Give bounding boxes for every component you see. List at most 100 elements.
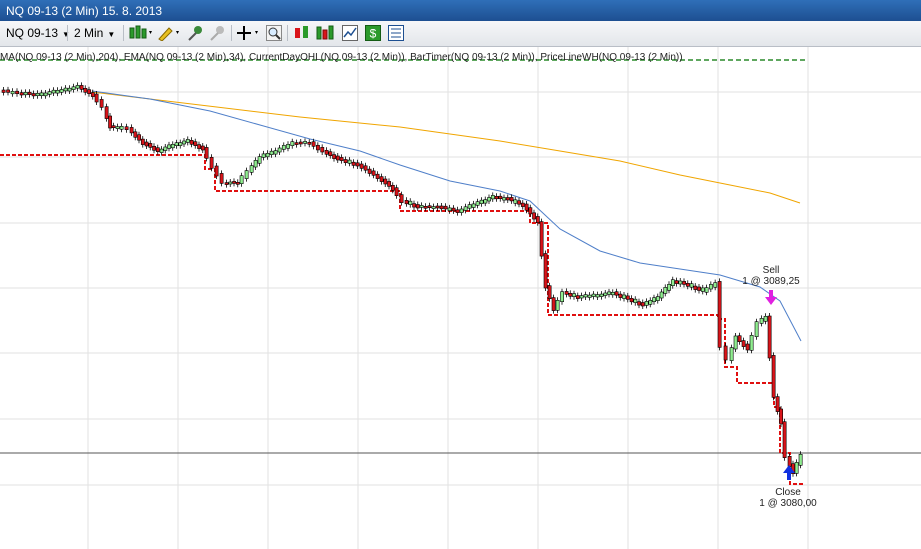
candle-up — [277, 147, 282, 153]
toolbar-separator — [231, 25, 232, 41]
candle-down — [155, 147, 160, 152]
zoom-button[interactable] — [265, 24, 283, 42]
candle-down — [307, 142, 312, 145]
candle-down — [124, 126, 129, 130]
pin-icon — [188, 26, 202, 41]
candle-up — [648, 300, 653, 305]
candle-down — [328, 151, 333, 156]
candle-down — [204, 147, 209, 159]
instrument-dropdown[interactable]: NQ 09-13 ▼ — [2, 24, 74, 42]
zoom-icon — [266, 25, 282, 41]
candle-up — [185, 139, 190, 143]
candle-up — [286, 144, 291, 149]
interval-dropdown[interactable]: 2 Min ▼ — [70, 24, 119, 42]
candle-up — [607, 291, 612, 295]
candle-down — [324, 150, 329, 155]
candle-down — [320, 147, 325, 153]
candle-up — [51, 89, 56, 94]
candle-down — [367, 168, 372, 174]
candle-up — [579, 295, 584, 299]
candle-up — [39, 92, 44, 97]
candle-down — [737, 335, 742, 343]
window-title: NQ 09-13 (2 Min) 15. 8. 2013 — [6, 4, 163, 18]
candlestick-style-button[interactable] — [128, 24, 154, 42]
svg-text:$: $ — [370, 27, 377, 41]
properties-button[interactable] — [387, 24, 405, 42]
candle-up — [261, 153, 266, 158]
candle-down — [387, 181, 392, 187]
candle-up — [253, 160, 258, 168]
candle-down — [383, 178, 388, 185]
close-annotation: Close 1 @ 3080,00 — [752, 487, 824, 509]
candle-down — [232, 181, 237, 184]
candle-up — [467, 204, 472, 209]
chart-trader-button[interactable] — [341, 24, 359, 42]
candle-down — [782, 421, 787, 459]
candle-down — [399, 194, 404, 203]
candle-up — [67, 87, 72, 92]
close-detail: 1 @ 3080,00 — [759, 498, 817, 509]
candle-up — [759, 318, 764, 324]
candle-up — [63, 87, 68, 92]
candle-down — [214, 165, 219, 177]
dollar-button[interactable]: $ — [364, 24, 382, 42]
candle-up — [595, 294, 600, 298]
candle-down — [443, 205, 448, 210]
candle-up — [178, 142, 183, 146]
candle-down — [614, 291, 619, 296]
candle-down — [79, 85, 84, 90]
candle-up — [174, 142, 179, 146]
sell-detail: 1 @ 3089,25 — [742, 276, 800, 287]
candle-up — [622, 294, 627, 299]
candle-up — [652, 297, 657, 302]
candle-up — [447, 207, 452, 211]
candle-up — [273, 150, 278, 155]
pin-gray-button[interactable] — [208, 24, 226, 42]
toolbar-separator — [123, 25, 124, 41]
candles-group — [1, 82, 803, 477]
candle-down — [200, 145, 205, 151]
candle-down — [685, 283, 690, 287]
bars-button[interactable] — [316, 24, 336, 42]
candle-up — [167, 144, 172, 149]
candle-down — [104, 106, 109, 119]
candle-up — [667, 284, 672, 291]
candle-up — [502, 197, 507, 201]
candle-up — [704, 287, 709, 293]
candle-up — [459, 208, 464, 213]
bars-icon — [316, 25, 334, 40]
candle-up — [663, 287, 668, 294]
candle-down — [693, 285, 698, 290]
draw-tool-button[interactable] — [156, 24, 182, 42]
properties-icon — [388, 25, 404, 41]
chart-grid — [0, 47, 921, 549]
candle-up — [10, 90, 15, 95]
candle-down — [524, 203, 529, 211]
candle-up — [23, 92, 28, 96]
candle-down — [532, 212, 537, 220]
crosshair-button[interactable] — [236, 24, 262, 42]
pin-button[interactable] — [186, 24, 204, 42]
chart-trader-icon — [342, 25, 358, 41]
candle-down — [235, 182, 240, 185]
candle-down — [83, 87, 88, 93]
candle-down — [351, 161, 356, 166]
candle-up — [55, 89, 60, 94]
candle-down — [94, 93, 99, 103]
candle-up — [119, 126, 124, 130]
candle-up — [463, 206, 468, 211]
strategy-button[interactable] — [293, 24, 311, 42]
price-chart[interactable] — [0, 47, 921, 549]
candle-up — [560, 291, 565, 302]
toolbar-separator — [67, 25, 68, 41]
candle-down — [189, 140, 194, 145]
candle-up — [513, 199, 518, 204]
candle-up — [475, 201, 480, 206]
candle-down — [224, 182, 229, 185]
candle-down — [547, 285, 552, 299]
candle-down — [371, 170, 376, 176]
pin-gray-icon — [210, 26, 224, 41]
candle-up — [591, 293, 596, 297]
candle-up — [47, 91, 52, 95]
candle-up — [249, 165, 254, 173]
